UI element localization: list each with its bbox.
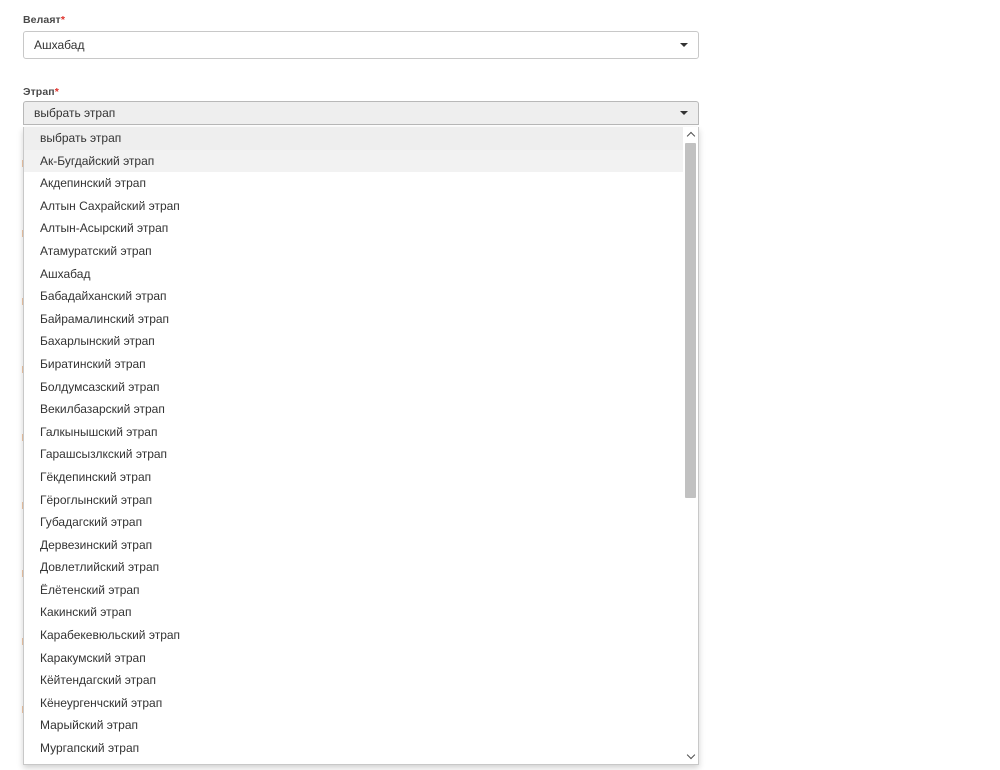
velayat-label: Велаят* [23,14,65,26]
etrap-option[interactable]: Бабадайханский этрап [24,285,683,308]
etrap-option[interactable]: Кёйтендагский этрап [24,669,683,692]
caret-down-icon [680,111,688,115]
velayat-label-text: Велаят [23,14,61,26]
etrap-option[interactable]: Гарашсызлкский этрап [24,443,683,466]
scrollbar-thumb[interactable] [685,143,696,498]
etrap-option[interactable]: Губадагский этрап [24,511,683,534]
velayat-select[interactable]: Ашхабад [23,31,699,59]
etrap-option[interactable]: Марыйский этрап [24,714,683,737]
etrap-option[interactable]: Мургапский этрап [24,737,683,760]
velayat-required-mark: * [60,14,65,26]
etrap-option[interactable]: Ак-Бугдайский этрап [24,149,683,173]
etrap-option[interactable]: Дервезинский этрап [24,534,683,557]
etrap-option[interactable]: Галкынышский этрап [24,421,683,444]
etrap-select[interactable]: выбрать этрап [23,101,699,125]
etrap-option[interactable]: Бахарлынский этрап [24,330,683,353]
etrap-option[interactable]: Каракумский этрап [24,647,683,670]
chevron-up-icon[interactable] [686,130,695,141]
etrap-option[interactable]: Акдепинский этрап [24,172,683,195]
etrap-label: Этрап* [23,86,59,98]
chevron-down-icon[interactable] [686,750,695,761]
etrap-select-value: выбрать этрап [34,106,116,120]
etrap-label-text: Этрап [23,86,55,98]
etrap-option[interactable]: Векилбазарский этрап [24,398,683,421]
form-page: Велаят* Ашхабад Этрап* выбрать этрап выб… [0,0,1000,770]
etrap-dropdown-list[interactable]: выбрать этрап Ак-Бугдайский этрап Акдепинс… [23,127,699,765]
dropdown-scrollbar[interactable] [683,127,698,764]
etrap-option[interactable]: Биратинский этрап [24,353,683,376]
etrap-option[interactable]: Какинский этрап [24,601,683,624]
etrap-option[interactable]: Гёроглынский этрап [24,489,683,512]
etrap-option[interactable]: Карабекевюльский этрап [24,624,683,647]
velayat-select-value: Ашхабад [34,38,85,52]
etrap-option[interactable]: Байрамалинский этрап [24,308,683,331]
etrap-option[interactable]: Атамуратский этрап [24,240,683,263]
etrap-option[interactable]: Ёлётенский этрап [24,579,683,602]
etrap-required-mark: * [54,86,59,98]
etrap-option[interactable]: Гёкдепинский этрап [24,466,683,489]
etrap-option[interactable]: Довлетлийский этрап [24,556,683,579]
etrap-option[interactable]: выбрать этрап [24,127,683,150]
etrap-option[interactable]: Болдумсазский этрап [24,376,683,399]
caret-down-icon [680,43,688,47]
etrap-option[interactable]: Алтын-Асырский этрап [24,217,683,240]
etrap-options: выбрать этрап Ак-Бугдайский этрап Акдепинс… [24,127,683,760]
etrap-option[interactable]: Ашхабад [24,263,683,286]
etrap-option[interactable]: Кёнеургенчский этрап [24,692,683,715]
etrap-option[interactable]: Алтын Сахрайский этрап [24,195,683,218]
